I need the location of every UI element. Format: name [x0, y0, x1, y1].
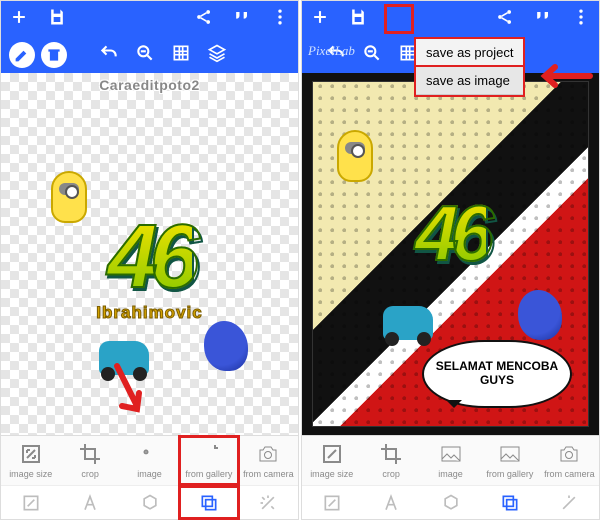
right-screenshot: PixelLab save as project save as image 4…	[301, 0, 600, 520]
tab-effects[interactable]	[239, 486, 298, 519]
tool-from-camera[interactable]: from camera	[239, 436, 298, 485]
tool-from-camera[interactable]: from camera	[540, 436, 599, 485]
watermark-text: Caraeditpoto2	[99, 77, 200, 93]
artwork-number: 46	[107, 206, 191, 309]
sonic-character	[518, 290, 562, 340]
tool-image[interactable]: image	[421, 436, 480, 485]
save-icon[interactable]	[47, 7, 67, 32]
tab-layers[interactable]	[480, 486, 539, 519]
annotation-arrow-left	[535, 61, 595, 91]
tab-expand[interactable]	[1, 486, 60, 519]
save-as-image-option[interactable]: save as image	[416, 67, 523, 95]
minion-character	[51, 171, 87, 223]
artwork-number: 46	[415, 188, 486, 279]
left-screenshot: Caraeditpoto2 46 Ibrahimovic image size …	[0, 0, 299, 520]
delete-icon[interactable]	[41, 42, 67, 68]
canvas[interactable]: Caraeditpoto2 46 Ibrahimovic	[1, 73, 298, 435]
save-icon[interactable]	[348, 7, 368, 32]
tab-shape[interactable]	[120, 486, 179, 519]
layers-icon[interactable]	[207, 43, 227, 68]
add-icon[interactable]	[9, 7, 29, 32]
tool-row: image size crop image from gallery from …	[1, 435, 298, 485]
motorcycle-graphic	[383, 306, 433, 340]
tab-layers[interactable]	[179, 486, 238, 519]
save-dropdown: save as project save as image	[414, 37, 525, 97]
quote-icon[interactable]	[533, 7, 553, 32]
artwork-group: 46	[323, 100, 578, 366]
tool-crop[interactable]: crop	[361, 436, 420, 485]
bottom-tabs	[302, 485, 599, 519]
zoom-out-icon[interactable]	[362, 43, 382, 68]
zoom-out-icon[interactable]	[135, 43, 155, 68]
speech-bubble: SELAMAT MENCOBA GUYS	[422, 340, 572, 408]
bottom-tabs	[1, 485, 298, 519]
app-brand: PixelLab	[308, 43, 355, 59]
canvas[interactable]: 46 SELAMAT MENCOBA GUYS	[302, 73, 599, 435]
sub-toolbar	[1, 37, 298, 73]
annotation-save-highlight	[384, 4, 414, 34]
undo-icon[interactable]	[99, 43, 119, 68]
share-icon[interactable]	[194, 7, 214, 32]
add-icon[interactable]	[310, 7, 330, 32]
tool-crop[interactable]: crop	[60, 436, 119, 485]
tab-expand[interactable]	[302, 486, 361, 519]
top-toolbar	[1, 1, 298, 37]
more-icon[interactable]	[270, 7, 290, 32]
share-icon[interactable]	[495, 7, 515, 32]
tool-row: image size crop image from gallery from …	[302, 435, 599, 485]
save-as-project-option[interactable]: save as project	[416, 39, 523, 67]
tab-effects[interactable]	[540, 486, 599, 519]
annotation-arrow-down	[97, 361, 157, 431]
tool-image-size[interactable]: image size	[1, 436, 60, 485]
more-icon[interactable]	[571, 7, 591, 32]
tool-image[interactable]: image	[120, 436, 179, 485]
tab-text[interactable]	[60, 486, 119, 519]
grid-icon[interactable]	[171, 43, 191, 68]
top-toolbar	[302, 1, 599, 37]
sonic-character	[204, 321, 248, 371]
tab-text[interactable]	[361, 486, 420, 519]
tab-shape[interactable]	[421, 486, 480, 519]
edit-icon[interactable]	[9, 42, 35, 68]
tool-image-size[interactable]: image size	[302, 436, 361, 485]
minion-character	[337, 130, 373, 182]
quote-icon[interactable]	[232, 7, 252, 32]
tool-from-gallery[interactable]: from gallery	[480, 436, 539, 485]
tool-from-gallery[interactable]: from gallery	[179, 436, 238, 485]
